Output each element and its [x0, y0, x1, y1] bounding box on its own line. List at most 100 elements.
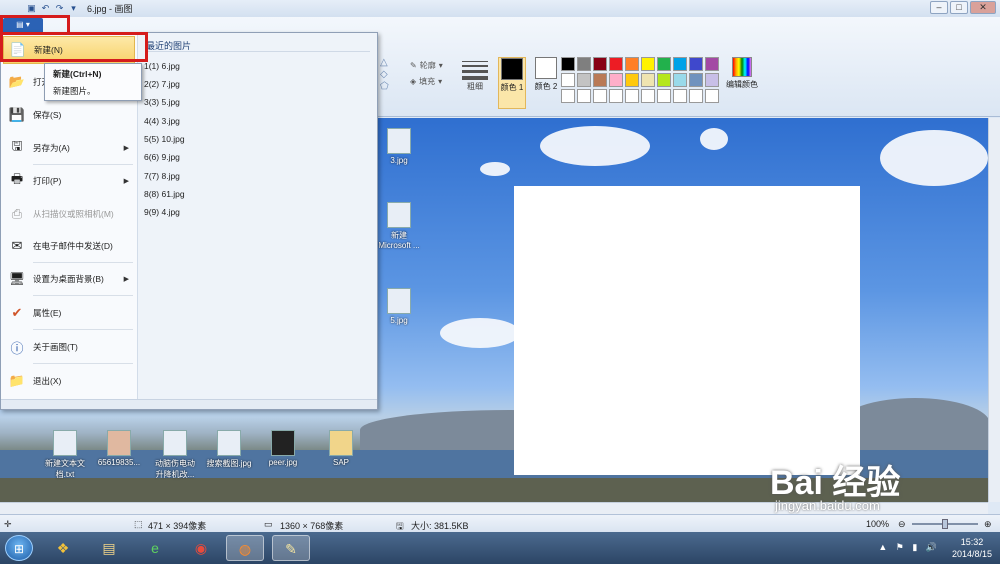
menu-item-label: 从扫描仪或照相机(M) — [33, 209, 114, 219]
color-swatch[interactable] — [625, 89, 639, 103]
desktop-icon[interactable]: 65619835... — [94, 430, 144, 467]
color-swatch[interactable] — [705, 89, 719, 103]
color-swatch[interactable] — [593, 89, 607, 103]
chrome-icon[interactable]: ◉ — [182, 535, 220, 561]
close-button[interactable]: ✕ — [970, 1, 996, 14]
recent-item[interactable]: 8(8) 61.jpg — [144, 189, 185, 199]
color-swatch[interactable] — [593, 73, 607, 87]
color-swatch[interactable] — [641, 57, 655, 71]
menu-item-about[interactable]: ⓘ 关于画图(T) — [3, 333, 135, 361]
color-swatch[interactable] — [673, 57, 687, 71]
pentagon-icon[interactable]: ⬠ — [380, 81, 400, 93]
menu-item-label: 设置为桌面背景(B) — [33, 274, 104, 284]
color-swatch[interactable] — [673, 89, 687, 103]
customize-icon[interactable]: ▾ — [68, 3, 79, 14]
menu-item-save[interactable]: 💾 保存(S) — [3, 101, 135, 129]
minimize-button[interactable]: – — [930, 1, 948, 14]
color-swatch[interactable] — [657, 73, 671, 87]
zoom-slider-thumb[interactable] — [942, 519, 948, 529]
menu-item-save-as[interactable]: 🖫 另存为(A) ▶ — [3, 134, 135, 162]
recent-item[interactable]: 4(4) 3.jpg — [144, 116, 180, 126]
desktop-icon[interactable]: 新建文本文档.txt — [40, 430, 90, 480]
menu-item-email[interactable]: ✉ 在电子邮件中发送(D) — [3, 232, 135, 260]
chevron-down-icon: ▾ — [438, 76, 443, 86]
color-swatch[interactable] — [657, 57, 671, 71]
maximize-button[interactable]: □ — [950, 1, 968, 14]
open-folder-icon: 📂 — [8, 74, 26, 89]
system-tray[interactable]: ▲ ⚑ ▮ 🔊 — [878, 542, 940, 553]
color-swatch[interactable] — [577, 57, 591, 71]
color-swatch[interactable] — [561, 57, 575, 71]
menu-item-properties[interactable]: ✔ 属性(E) — [3, 299, 135, 327]
menu-item-label: 退出(X) — [33, 376, 62, 386]
menu-divider — [146, 51, 370, 52]
menu-item-set-background[interactable]: 🖥 设置为桌面背景(B) ▶ — [3, 265, 135, 293]
color-swatch[interactable] — [673, 73, 687, 87]
desktop-icon[interactable]: 动脑伤电动 升降机改... — [150, 430, 200, 480]
shapes-gallery[interactable]: △ ◇ ⬠ — [380, 57, 400, 93]
drawing-canvas[interactable] — [514, 186, 860, 475]
diamond-icon[interactable]: ◇ — [380, 69, 400, 81]
recent-item[interactable]: 5(5) 10.jpg — [144, 134, 185, 144]
undo-icon[interactable]: ↶ — [40, 3, 51, 14]
fill-button[interactable]: ◈ 填充 ▾ — [410, 73, 443, 89]
color-swatch[interactable] — [625, 73, 639, 87]
color-swatch[interactable] — [689, 89, 703, 103]
menu-item-label: 关于画图(T) — [33, 342, 78, 352]
save-icon[interactable]: ▣ — [26, 3, 37, 14]
edit-colors-button[interactable]: 编辑颜色 — [722, 57, 762, 90]
color-swatch[interactable] — [705, 57, 719, 71]
menu-item-exit[interactable]: 📁 退出(X) — [3, 367, 135, 395]
zoom-slider[interactable] — [912, 519, 978, 529]
start-button[interactable]: ⊞ — [5, 535, 33, 561]
clock[interactable]: 15:32 2014/8/15 — [952, 536, 992, 560]
recent-item[interactable]: 2(2) 7.jpg — [144, 79, 180, 89]
menu-item-print[interactable]: 🖶 打印(P) ▶ — [3, 167, 135, 195]
triangle-icon[interactable]: △ — [380, 57, 400, 69]
color-swatch[interactable] — [689, 73, 703, 87]
taskbar-app-icon[interactable]: ❖ — [44, 535, 82, 561]
color-swatch[interactable] — [577, 89, 591, 103]
color-swatch[interactable] — [641, 89, 655, 103]
recent-item[interactable]: 1(1) 6.jpg — [144, 61, 180, 71]
zoom-out-button[interactable]: ⊖ — [898, 519, 906, 530]
paint-icon[interactable]: ✎ — [272, 535, 310, 561]
firefox-icon[interactable]: ◍ — [226, 535, 264, 561]
color-swatch[interactable] — [609, 57, 623, 71]
color-palette — [561, 57, 719, 103]
color-swatch[interactable] — [625, 57, 639, 71]
zoom-in-button[interactable]: ⊕ — [984, 519, 992, 530]
redo-icon[interactable]: ↷ — [54, 3, 65, 14]
outline-button[interactable]: ✎ 轮廓 ▾ — [410, 57, 443, 73]
recent-item[interactable]: 9(9) 4.jpg — [144, 207, 180, 217]
color-swatch[interactable] — [593, 57, 607, 71]
color-swatch[interactable] — [641, 73, 655, 87]
highlight-box — [0, 32, 148, 62]
desktop-icon[interactable]: 3.jpg — [374, 128, 424, 165]
color-swatch[interactable] — [689, 57, 703, 71]
color-swatch[interactable] — [609, 73, 623, 87]
color-swatch[interactable] — [609, 89, 623, 103]
color-swatch[interactable] — [577, 73, 591, 87]
recent-item[interactable]: 7(7) 8.jpg — [144, 171, 180, 181]
color-swatch[interactable] — [705, 73, 719, 87]
desktop-icon[interactable]: 5.jpg — [374, 288, 424, 325]
desktop-icon[interactable]: 新建 Microsoft ... — [374, 202, 424, 250]
save-as-icon: 🖫 — [11, 138, 23, 153]
color1-button[interactable]: 颜色 1 — [498, 57, 526, 109]
vertical-scrollbar[interactable] — [988, 118, 1000, 502]
color2-button[interactable]: 颜色 2 — [532, 57, 560, 92]
explorer-icon[interactable]: ▤ — [90, 535, 128, 561]
color-swatch[interactable] — [561, 73, 575, 87]
menu-item-label: 在电子邮件中发送(D) — [33, 241, 113, 251]
ie-browser-icon[interactable]: e — [136, 535, 174, 561]
menu-item-label: 打印(P) — [33, 176, 62, 186]
desktop-icon[interactable]: 搜索截图.jpg — [204, 430, 254, 469]
desktop-icon[interactable]: SAP — [316, 430, 366, 467]
color-swatch[interactable] — [657, 89, 671, 103]
recent-item[interactable]: 6(6) 9.jpg — [144, 152, 180, 162]
recent-item[interactable]: 3(3) 5.jpg — [144, 97, 180, 107]
size-button[interactable]: 粗细 — [462, 59, 488, 92]
desktop-icon[interactable]: peer.jpg — [258, 430, 308, 467]
color-swatch[interactable] — [561, 89, 575, 103]
